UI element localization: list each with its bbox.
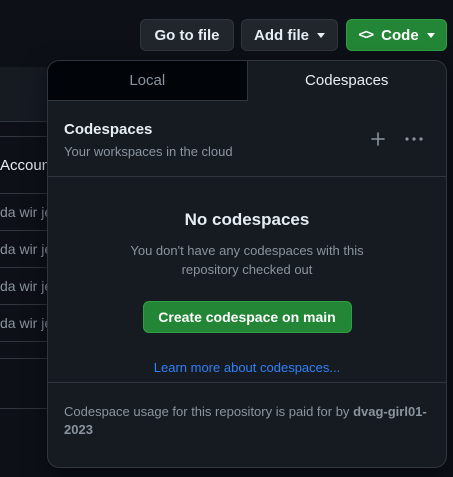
add-file-button[interactable]: Add file [241, 19, 338, 51]
code-button[interactable]: <> Code [346, 19, 447, 51]
empty-title: No codespaces [184, 210, 310, 229]
tab-label: Codespaces [305, 72, 389, 89]
code-brackets-icon: <> [358, 27, 374, 43]
footer-text: Codespace usage for this repository is p… [64, 404, 350, 419]
go-to-file-button[interactable]: Go to file [140, 19, 234, 51]
caret-down-icon [317, 32, 325, 38]
go-to-file-label: Go to file [154, 26, 220, 44]
tab-local[interactable]: Local [48, 61, 248, 100]
tab-codespaces[interactable]: Codespaces [247, 61, 446, 101]
create-codespace-button[interactable]: Create codespace on main [142, 301, 352, 333]
code-label: Code [381, 26, 419, 44]
plus-icon [371, 132, 385, 146]
add-file-label: Add file [254, 26, 309, 44]
tab-label: Local [129, 72, 166, 89]
empty-state: No codespaces You don't have any codespa… [48, 177, 446, 375]
new-codespace-button[interactable] [364, 125, 392, 153]
billing-footer: Codespace usage for this repository is p… [48, 382, 446, 467]
kebab-horizontal-icon [405, 137, 423, 141]
page: Accoun da wir je da wir je da wir je da … [0, 0, 453, 477]
code-dropdown: Local Codespaces Codespaces Your workspa… [47, 60, 447, 468]
empty-description: You don't have any codespaces with this … [130, 243, 364, 277]
caret-down-icon [426, 32, 435, 38]
file-list-column-header: Accoun [0, 157, 51, 174]
more-options-button[interactable] [400, 125, 428, 153]
learn-more-link[interactable]: Learn more about codespaces... [48, 360, 446, 375]
codespaces-header: Codespaces Your workspaces in the cloud [48, 101, 446, 177]
tab-bar: Local Codespaces [48, 61, 446, 101]
